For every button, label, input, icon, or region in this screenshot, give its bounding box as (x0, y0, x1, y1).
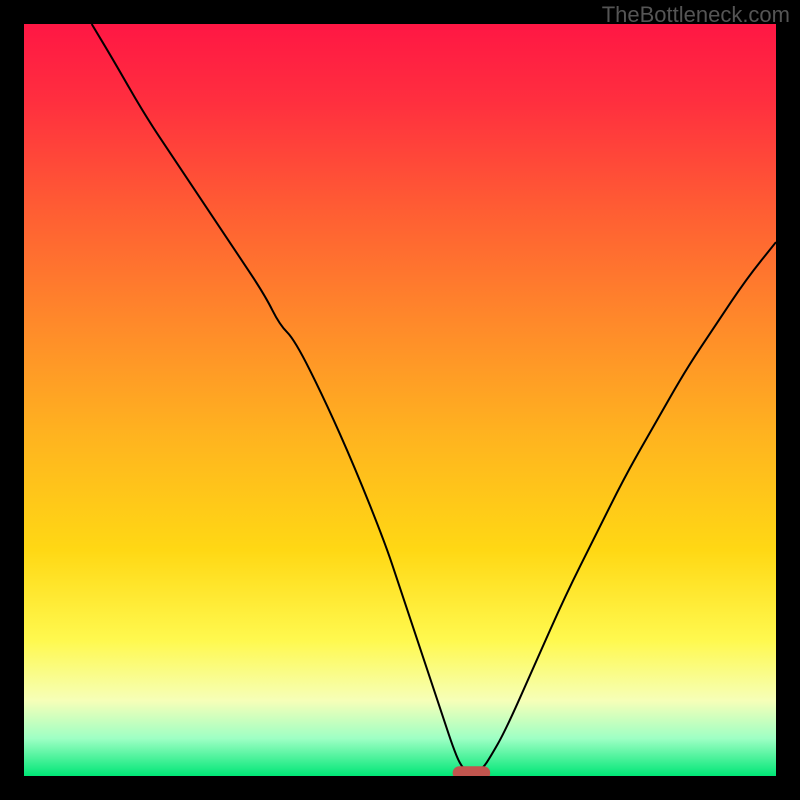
plot-area (24, 24, 776, 776)
chart-svg (24, 24, 776, 776)
min-marker (453, 766, 491, 776)
gradient-background (24, 24, 776, 776)
chart-container: TheBottleneck.com (0, 0, 800, 800)
watermark-text: TheBottleneck.com (602, 2, 790, 28)
